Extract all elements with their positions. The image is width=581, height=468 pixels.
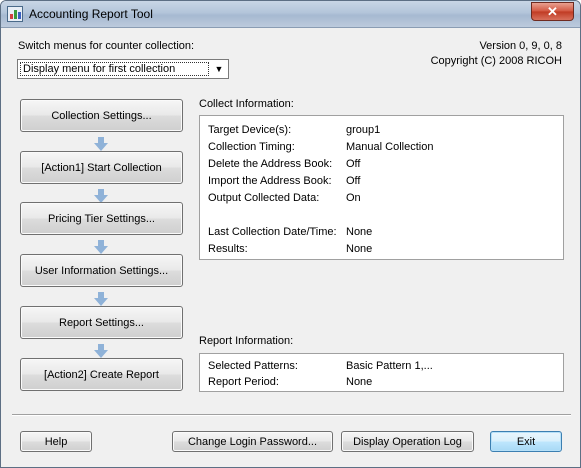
user-information-settings-button[interactable]: User Information Settings... [20, 254, 183, 287]
menu-select-value: Display menu for first collection [20, 62, 209, 76]
info-key: Output Collected Data: [208, 192, 320, 204]
report-settings-button[interactable]: Report Settings... [20, 306, 183, 339]
info-key: Selected Patterns: [208, 360, 298, 372]
info-key: Delete the Address Book: [208, 158, 333, 170]
down-arrow-icon [94, 137, 108, 151]
close-icon: ✕ [547, 4, 558, 19]
down-arrow-icon [94, 344, 108, 358]
info-value: Manual Collection [346, 141, 434, 153]
info-value: group1 [346, 124, 381, 136]
title-bar[interactable]: Accounting Report Tool ✕ [1, 1, 580, 28]
change-login-password-button[interactable]: Change Login Password... [172, 431, 333, 452]
menu-select[interactable]: Display menu for first collection ▼ [17, 59, 229, 79]
collection-settings-button[interactable]: Collection Settings... [20, 99, 183, 132]
info-value: Off [346, 175, 361, 187]
info-key: Results: [208, 243, 248, 255]
dropdown-arrow-icon: ▼ [214, 64, 224, 74]
info-value: Off [346, 158, 361, 170]
info-value: None [346, 226, 373, 238]
exit-button[interactable]: Exit [490, 431, 562, 452]
collect-info-heading: Collect Information: [199, 98, 294, 110]
info-value: None [346, 376, 373, 388]
version-text: Version 0, 9, 0, 8 [479, 40, 562, 52]
info-key: Target Device(s): [208, 124, 292, 136]
info-key: Collection Timing: [208, 141, 295, 153]
start-collection-button[interactable]: [Action1] Start Collection [20, 151, 183, 184]
info-value: None [346, 243, 373, 255]
info-key: Last Collection Date/Time: [208, 226, 337, 238]
down-arrow-icon [94, 292, 108, 306]
info-key: Report Period: [208, 376, 279, 388]
help-button[interactable]: Help [20, 431, 92, 452]
window-title: Accounting Report Tool [29, 7, 153, 21]
report-info-panel: Selected Patterns: Basic Pattern 1,... R… [199, 353, 564, 392]
collect-info-panel: Target Device(s): group1 Collection Timi… [199, 115, 564, 260]
info-value: Basic Pattern 1,... [346, 360, 433, 372]
down-arrow-icon [94, 240, 108, 254]
report-info-heading: Report Information: [199, 335, 294, 347]
info-value: On [346, 192, 361, 204]
display-operation-log-button[interactable]: Display Operation Log [341, 431, 474, 452]
switch-menu-label: Switch menus for counter collection: [18, 40, 195, 52]
pricing-tier-settings-button[interactable]: Pricing Tier Settings... [20, 202, 183, 235]
copyright-text: Copyright (C) 2008 RICOH [430, 55, 562, 67]
close-button[interactable]: ✕ [531, 2, 574, 21]
main-window: Accounting Report Tool ✕ Switch menus fo… [0, 0, 581, 468]
footer-divider [12, 414, 571, 416]
app-icon [7, 6, 23, 22]
create-report-button[interactable]: [Action2] Create Report [20, 358, 183, 391]
info-key: Import the Address Book: [208, 175, 332, 187]
